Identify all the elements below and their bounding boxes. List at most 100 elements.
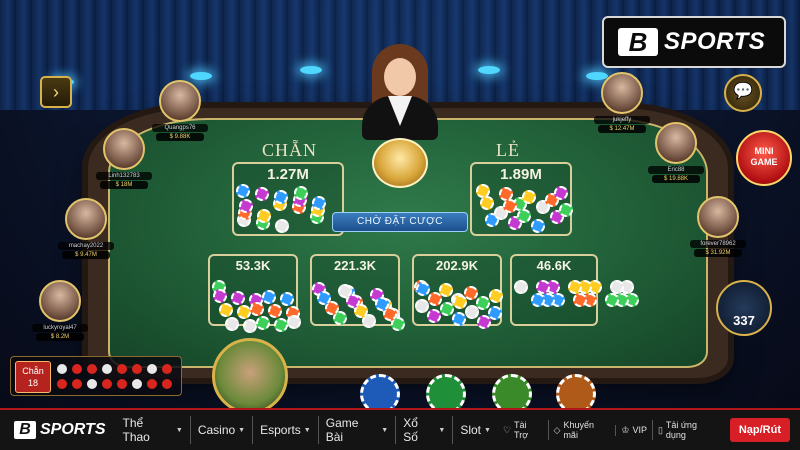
game-scene: CHẴN LẺ 1.27M 1.89M CHỜ ĐẶT CƯỢC 53.3K 2… [0, 0, 800, 408]
nav-menu: Thể Thao ▼ Casino ▼ Esports ▼ Game Bài ▼ Xổ … [116, 416, 498, 444]
nav-link-app[interactable]: ▯ Tải ứng dụng [651, 420, 724, 440]
history-dot [72, 364, 82, 374]
history-dot [147, 379, 157, 389]
odd-title: LẺ [496, 140, 520, 160]
player-name: luckyroyal47 [32, 324, 88, 332]
bet-chip [280, 292, 294, 306]
deposit-withdraw-button[interactable]: Nạp/Rút [729, 418, 790, 442]
bet-chip [440, 302, 454, 316]
chip-select[interactable] [426, 374, 466, 408]
history-dot [117, 379, 127, 389]
player-money: $ 19.88K [652, 175, 700, 183]
bet-chip [294, 186, 308, 200]
logo-text: SPORTS [664, 28, 766, 55]
bet-chip [554, 186, 568, 200]
logo-mark: B [618, 28, 658, 56]
history-dot [102, 379, 112, 389]
player-money: $ 9.47M [62, 251, 110, 259]
result-history[interactable]: Chẵn 18 [10, 356, 182, 396]
nav-item-xo-so[interactable]: Xổ Số ▼ [395, 416, 452, 444]
bet-chip [573, 293, 587, 307]
player-seat[interactable]: luckyroyal47 $ 8.2M [30, 280, 90, 341]
avatar [601, 72, 643, 114]
player-seat[interactable]: Linh132783 $ 18M [94, 128, 154, 189]
player-seat[interactable]: Quangps76 $ 9.88K [150, 80, 210, 141]
nav-link-label: VIP [632, 425, 647, 435]
player-seat[interactable]: machay2022 $ 9.47M [56, 198, 116, 259]
my-avatar[interactable] [212, 338, 288, 408]
even-bet-total: 1.27M [267, 166, 309, 183]
nav-link-label: Tải ứng dụng [665, 420, 697, 440]
nav-item-label: Thể Thao [122, 416, 150, 444]
history-dot [57, 379, 67, 389]
even-title: CHẴN [262, 140, 318, 160]
bet-chip [427, 309, 441, 323]
sub-bet-value: 53.3K [235, 258, 271, 273]
bet-chip [531, 293, 545, 307]
history-dot [132, 364, 142, 374]
bet-chip [465, 305, 479, 319]
caret-down-icon: ▼ [175, 426, 183, 434]
nav-item-label: Esports [260, 423, 301, 437]
nav-logo[interactable]: B SPORTS [14, 421, 106, 439]
odd-bet-total: 1.89M [500, 166, 542, 183]
bet-chip [257, 209, 271, 223]
nav-item-esports[interactable]: Esports ▼ [252, 416, 318, 444]
chip-select[interactable] [556, 374, 596, 408]
avatar [39, 280, 81, 322]
player-seat[interactable]: jukjeffy $ 12.47M [592, 72, 652, 133]
player-money: $ 9.88K [156, 133, 204, 141]
player-name: Quangps76 [152, 124, 208, 132]
avatar [655, 122, 697, 164]
bet-chip [375, 297, 389, 311]
nav-item-the-thao[interactable]: Thể Thao ▼ [116, 416, 190, 444]
bet-chip [522, 190, 536, 204]
bet-chip [338, 284, 352, 298]
player-seat[interactable]: Eric88 $ 19.88K [646, 122, 706, 183]
bet-chip [317, 291, 331, 305]
player-name: Linh132783 [96, 172, 152, 180]
chip-select[interactable] [492, 374, 532, 408]
bet-chip [312, 196, 326, 210]
mobile-icon: ▯ [657, 424, 663, 435]
bet-chip [568, 280, 582, 294]
bet-chip [503, 199, 517, 213]
chat-button[interactable]: 💬 [724, 74, 762, 112]
bet-chip [262, 290, 276, 304]
chat-icon: 💬 [733, 83, 753, 100]
bet-chip [250, 302, 264, 316]
nav-logo-text: SPORTS [40, 421, 106, 438]
stage-light [190, 72, 212, 80]
bet-chip [213, 289, 227, 303]
chip-select[interactable] [360, 374, 400, 408]
nav-link-sponsor[interactable]: ♡ Tài Trợ [498, 420, 548, 440]
player-name: machay2022 [58, 242, 114, 250]
bet-chip [477, 315, 491, 329]
dealer [362, 44, 438, 140]
minigame-label-2: GAME [750, 157, 778, 167]
bet-chip [274, 190, 288, 204]
bet-chip [416, 282, 430, 296]
online-players-button[interactable]: 337 [716, 280, 772, 336]
minigame-button[interactable]: MINI GAME [736, 130, 792, 186]
bet-chip [559, 203, 573, 217]
nav-link-promo[interactable]: ◇ Khuyến mãi [547, 420, 616, 440]
sub-bet-value: 46.6K [536, 258, 572, 273]
history-dot [87, 379, 97, 389]
nav-logo-mark: B [14, 421, 36, 439]
caret-down-icon: ▼ [381, 426, 389, 434]
bet-chip [489, 289, 503, 303]
nav-item-casino[interactable]: Casino ▼ [189, 416, 252, 444]
minigame-label-1: MINI [754, 146, 774, 156]
nav-item-game-bai[interactable]: Game Bài ▼ [317, 416, 395, 444]
stage-light [478, 66, 500, 74]
nav-link-label: Khuyến mãi [563, 420, 594, 440]
player-seat[interactable]: forever78962 $ 31.92M [688, 196, 748, 257]
nav-item-slot[interactable]: Slot ▼ [452, 416, 498, 444]
nav-link-vip[interactable]: ♔ VIP [615, 424, 652, 436]
bet-chip [236, 184, 250, 198]
history-label: Chẵn [22, 366, 44, 376]
expand-menu-button[interactable]: › [40, 76, 72, 108]
bet-chip [243, 319, 257, 333]
player-money: $ 18M [100, 181, 148, 189]
